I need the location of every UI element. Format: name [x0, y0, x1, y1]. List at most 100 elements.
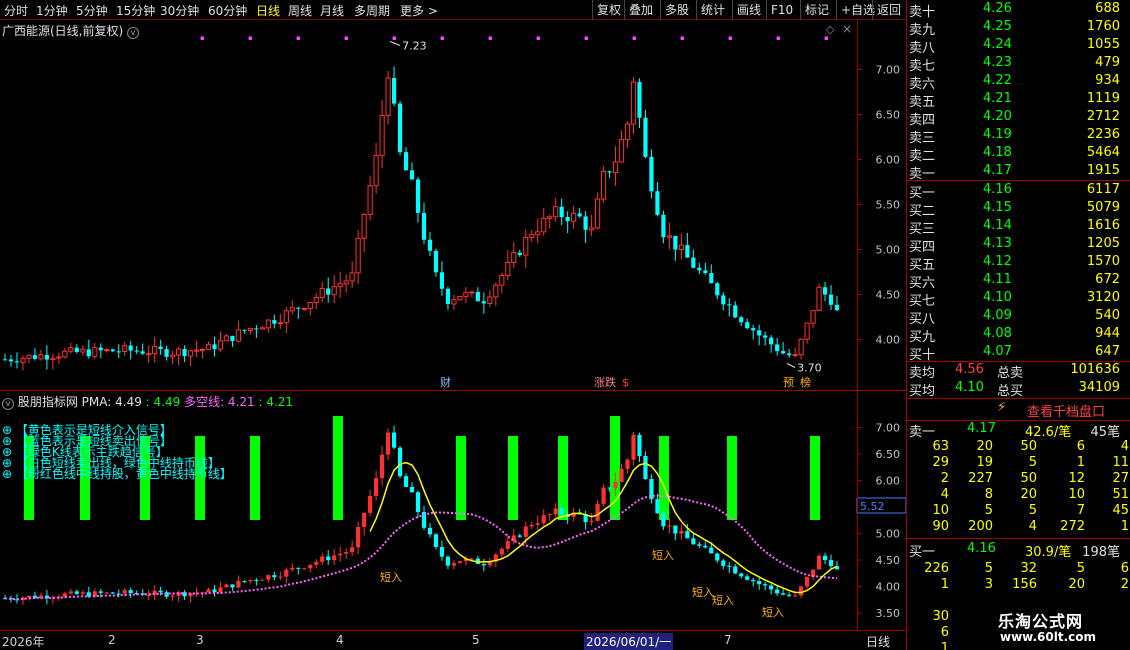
period-tab[interactable]: 月线	[320, 2, 344, 19]
ask-level[interactable]: 卖九 4.25 1760	[907, 19, 1130, 38]
period-tab[interactable]: 日线	[256, 2, 280, 19]
ask-level[interactable]: 卖六 4.22 934	[907, 73, 1130, 92]
candle-body	[727, 565, 732, 567]
toolbar-button[interactable]: 画线	[732, 0, 765, 20]
queue-cell: 5	[1076, 561, 1085, 576]
candle-body	[481, 301, 486, 304]
bid-level[interactable]: 买一 4.16 6117	[907, 182, 1130, 201]
candle-body	[350, 547, 355, 553]
toolbar-button[interactable]: 多股	[660, 0, 693, 20]
event-marker: ▪	[440, 34, 445, 42]
candle-body	[385, 432, 391, 455]
queue-cell: 45	[1112, 503, 1129, 518]
price-tick-label: 4.00	[876, 581, 901, 594]
ask-level[interactable]: 卖五 4.21 1119	[907, 91, 1130, 110]
bid-level[interactable]: 买五 4.12 1570	[907, 254, 1130, 273]
sell1-queue-header: 卖一 4.17 42.6/笔 45笔	[907, 421, 1130, 440]
ask-level[interactable]: 卖八 4.24 1055	[907, 37, 1130, 56]
candle-body	[337, 283, 343, 288]
candle-body	[457, 561, 463, 564]
plus-icon[interactable]: ⊕	[2, 467, 16, 481]
candle-body	[655, 499, 660, 514]
toolbar-button[interactable]: 复权	[592, 0, 625, 20]
queue-cell: 5	[1028, 455, 1037, 470]
toolbar-button[interactable]: 标记	[800, 0, 833, 20]
period-tab[interactable]: 周线	[288, 2, 312, 19]
bid-level[interactable]: 买十 4.07 647	[907, 344, 1130, 363]
period-tab[interactable]: 30分钟	[160, 2, 199, 19]
candle-body	[56, 356, 62, 359]
period-tab[interactable]: 更多 >	[400, 2, 438, 19]
level-volume: 1616	[1086, 218, 1120, 233]
bid-level[interactable]: 买二 4.15 5079	[907, 200, 1130, 219]
candle-body	[308, 564, 313, 569]
toolbar-button[interactable]: 叠加	[624, 0, 657, 20]
ask-level[interactable]: 卖三 4.19 2236	[907, 127, 1130, 146]
queue-cell: 6	[940, 625, 949, 640]
candle-body	[757, 581, 762, 585]
level-label: 卖五	[909, 95, 936, 110]
candle-body	[787, 594, 792, 596]
candle-body	[326, 556, 331, 561]
queue-cell: 27	[1112, 471, 1129, 486]
level-volume: 1915	[1086, 163, 1120, 178]
candle-body	[775, 589, 780, 594]
level-volume: 1119	[1086, 91, 1120, 106]
period-tab[interactable]: 分时	[4, 2, 28, 19]
indicator-chart[interactable]: 7.006.506.005.505.004.504.003.505.52短入短入…	[0, 390, 906, 630]
candle-body	[630, 81, 637, 125]
watermark-logo	[978, 610, 994, 626]
view-depth-button[interactable]: ⚡ 查看千档盘口	[907, 400, 1130, 420]
toolbar-button[interactable]: 返回	[872, 0, 905, 20]
candle-body	[433, 250, 439, 273]
ask-level[interactable]: 卖一 4.17 1915	[907, 163, 1130, 182]
queue-label: 买一	[909, 545, 936, 560]
ask-level[interactable]: 卖七 4.23 479	[907, 55, 1130, 74]
candle-body	[763, 335, 768, 338]
candle-body	[745, 576, 750, 580]
period-tab[interactable]: 15分钟	[116, 2, 155, 19]
candle-body	[661, 214, 666, 238]
candle-body	[751, 328, 756, 331]
candle-body	[775, 344, 780, 352]
main-kline-chart[interactable]: 广西能源(日线,前复权) v ◇ × 7.00 6.50 6.00 5.50 5.00 4…	[0, 20, 906, 390]
toolbar-button[interactable]: 统计	[696, 0, 729, 20]
period-tab[interactable]: 60分钟	[208, 2, 247, 19]
level-label: 买九	[909, 330, 936, 345]
ask-level[interactable]: 卖四 4.20 2712	[907, 109, 1130, 128]
period-tab[interactable]: 5分钟	[76, 2, 108, 19]
chart-event-marker: $	[622, 376, 629, 389]
ask-level[interactable]: 卖二 4.18 5464	[907, 145, 1130, 164]
buy1-queue-row: 226 5 32 5 6	[907, 561, 1130, 577]
candle-body	[643, 117, 648, 157]
queue-cell: 50	[1020, 471, 1037, 486]
candle-body	[355, 237, 361, 274]
level-label: 买七	[909, 294, 936, 309]
period-tab[interactable]: 多周期	[354, 2, 390, 19]
bid-level[interactable]: 买七 4.10 3120	[907, 290, 1130, 309]
candle-body	[193, 349, 200, 352]
chevron-down-icon[interactable]: v	[2, 398, 14, 410]
bid-level[interactable]: 买四 4.13 1205	[907, 236, 1130, 255]
queue-cell: 20	[1020, 487, 1037, 502]
candle-body	[44, 354, 49, 360]
period-label: 日线	[866, 635, 891, 649]
bid-level[interactable]: 买三 4.14 1616	[907, 218, 1130, 237]
queue-count: 198笔	[1082, 545, 1120, 560]
bid-level[interactable]: 买九 4.08 944	[907, 326, 1130, 345]
candle-body	[469, 291, 475, 294]
price-tick-label: 5.00	[876, 244, 901, 257]
bid-level[interactable]: 买六 4.11 672	[907, 272, 1130, 291]
event-marker: ▪	[200, 34, 205, 42]
candle-body	[487, 296, 493, 304]
candle-body	[80, 592, 85, 594]
separator	[907, 180, 1130, 181]
ask-level[interactable]: 卖十 4.26 688	[907, 1, 1130, 20]
period-tab[interactable]: 1分钟	[36, 2, 68, 19]
short-entry-signal: 短入	[762, 605, 784, 619]
short-entry-signal: 短入	[652, 548, 674, 562]
candle-body	[583, 216, 588, 230]
bid-level[interactable]: 买八 4.09 540	[907, 308, 1130, 327]
toolbar-button[interactable]: F10	[766, 0, 797, 20]
queue-cell: 2	[940, 471, 949, 486]
